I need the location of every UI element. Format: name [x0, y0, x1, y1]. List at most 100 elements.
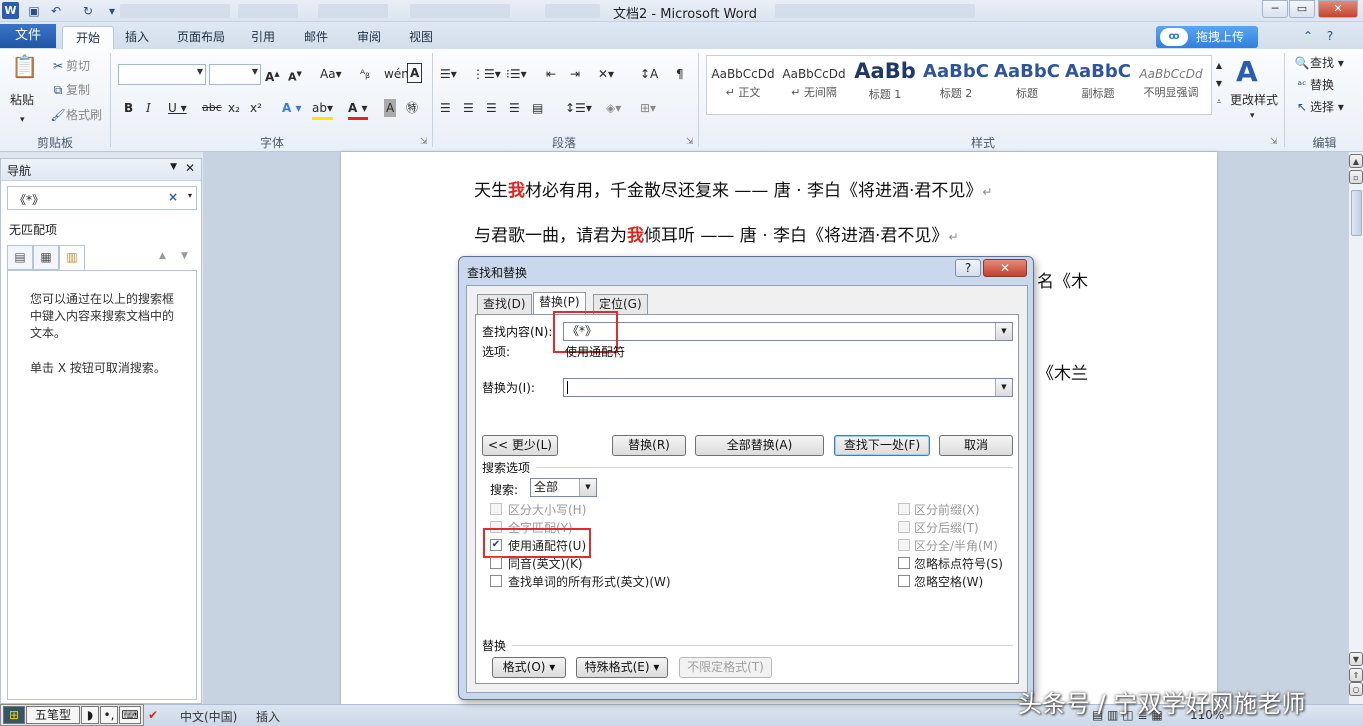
scroll-down-icon[interactable]: ▼: [1349, 652, 1363, 666]
character-border-icon[interactable]: A: [407, 63, 423, 83]
paste-icon[interactable]: 📋: [10, 55, 40, 85]
copy-button[interactable]: ⧉ 复制: [50, 81, 90, 99]
replace-all-button[interactable]: 全部替换(A): [695, 435, 824, 456]
checkbox[interactable]: [490, 557, 502, 569]
replace-with-input[interactable]: ▼: [563, 378, 1013, 397]
headings-view-icon[interactable]: ▤: [7, 245, 33, 270]
increase-indent-icon[interactable]: ⇥: [570, 65, 580, 83]
bullets-icon[interactable]: ☰▾: [440, 65, 457, 83]
line-spacing-icon[interactable]: ↕☰▾: [565, 99, 592, 117]
tab-find[interactable]: 查找(D): [477, 294, 532, 314]
styles-dialog-launcher-icon[interactable]: ⇲: [1270, 133, 1278, 151]
format-painter-button[interactable]: 🖌格式刷: [50, 106, 102, 124]
customize-qat-icon[interactable]: ▾: [104, 3, 120, 19]
less-button[interactable]: << 更少(L): [482, 435, 558, 456]
dialog-help-button[interactable]: ?: [955, 259, 981, 277]
style-subtitle[interactable]: AaBbC 副标题: [1063, 57, 1133, 109]
tab-home[interactable]: 开始: [62, 26, 115, 49]
highlight-icon[interactable]: ab▾: [312, 99, 333, 120]
ruler-toggle-icon[interactable]: ▫: [1349, 170, 1363, 184]
pages-view-icon[interactable]: ▦: [33, 245, 59, 270]
tab-file[interactable]: 文件: [0, 24, 56, 48]
subscript-icon[interactable]: x₂: [228, 99, 240, 117]
underline-icon[interactable]: U ▾: [168, 99, 187, 117]
previous-page-icon[interactable]: ⇑: [1349, 668, 1363, 682]
save-icon[interactable]: ▣: [26, 3, 42, 19]
style-normal[interactable]: AaBbCcDd ↵ 正文: [708, 57, 778, 109]
align-left-icon[interactable]: ☰: [440, 99, 451, 117]
checkbox[interactable]: [898, 557, 910, 569]
decrease-indent-icon[interactable]: ⇤: [546, 65, 556, 83]
style-heading-1[interactable]: AaBb 标题 1: [850, 57, 920, 109]
ime-logo-icon[interactable]: ⊞: [3, 706, 25, 724]
superscript-icon[interactable]: x²: [250, 99, 262, 117]
checkbox[interactable]: [898, 503, 910, 515]
multilevel-list-icon[interactable]: ⁝☰▾: [506, 65, 527, 83]
ime-mode[interactable]: 五笔型: [26, 706, 80, 724]
borders-icon[interactable]: ⊞▾: [640, 99, 656, 117]
vertical-scrollbar[interactable]: ▲ ▫ ▼ ⇑ ○: [1348, 152, 1363, 704]
tab-page-layout[interactable]: 页面布局: [164, 26, 238, 49]
italic-icon[interactable]: I: [146, 99, 151, 117]
redo-icon[interactable]: ↻: [80, 3, 96, 19]
help-icon[interactable]: ?: [1322, 28, 1338, 44]
minimize-button[interactable]: ─: [1262, 0, 1288, 18]
checkbox[interactable]: [490, 575, 502, 587]
style-title[interactable]: AaBbC 标题: [992, 57, 1062, 109]
maximize-button[interactable]: ▭: [1289, 0, 1315, 18]
strikethrough-icon[interactable]: abc: [202, 99, 222, 117]
spellcheck-icon[interactable]: ✔: [148, 708, 158, 722]
results-view-icon[interactable]: ▥: [59, 245, 85, 270]
font-dialog-launcher-icon[interactable]: ⇲: [420, 133, 428, 151]
undo-icon[interactable]: ↶: [48, 3, 64, 19]
shading-icon[interactable]: ◈▾: [606, 99, 621, 117]
nav-search-input[interactable]: 《*》 × ▾: [7, 186, 197, 210]
word-logo-icon[interactable]: W: [2, 2, 19, 19]
tab-mailings[interactable]: 邮件: [291, 26, 341, 49]
chinese-layout-icon[interactable]: ✕▾: [598, 65, 614, 83]
sort-icon[interactable]: ↕A: [640, 65, 658, 83]
paste-dropdown-icon[interactable]: ▾: [20, 111, 25, 129]
bold-icon[interactable]: B: [124, 99, 133, 117]
checkbox[interactable]: [898, 575, 910, 587]
clear-format-icon[interactable]: ᴬᵦ: [360, 65, 370, 83]
tab-view[interactable]: 视图: [396, 26, 446, 49]
ime-width-icon[interactable]: ◗: [81, 706, 99, 724]
special-button[interactable]: 特殊格式(E) ▾: [576, 657, 668, 678]
language-status[interactable]: 中文(中国): [180, 708, 237, 725]
format-button[interactable]: 格式(O) ▾: [492, 657, 566, 678]
numbering-icon[interactable]: ⋮☰▾: [472, 65, 501, 83]
shrink-font-icon[interactable]: A▼: [288, 65, 302, 87]
previous-result-icon[interactable]: ▲: [159, 251, 166, 261]
checkbox[interactable]: [898, 521, 910, 533]
nav-pane-menu-icon[interactable]: ▼: [170, 162, 177, 172]
style-no-spacing[interactable]: AaBbCcDd ↵ 无间隔: [779, 57, 849, 109]
ime-punct-icon[interactable]: •,: [100, 706, 118, 724]
justify-icon[interactable]: ☰: [509, 99, 520, 117]
phonetic-guide-icon[interactable]: wén: [384, 65, 409, 83]
document-line[interactable]: 天生我材必有用，千金散尽还复来 —— 唐 · 李白《将进酒·君不见》↵: [474, 176, 992, 201]
tab-references[interactable]: 引用: [238, 26, 288, 49]
next-result-icon[interactable]: ▼: [181, 251, 188, 261]
upload-button[interactable]: ꝏ 拖拽上传: [1156, 26, 1258, 48]
scroll-up-icon[interactable]: ▲: [1349, 154, 1363, 168]
checkbox[interactable]: [490, 503, 502, 515]
change-styles-icon[interactable]: A: [1236, 55, 1258, 88]
document-line-fragment[interactable]: 名《木: [1037, 267, 1088, 292]
align-center-icon[interactable]: ☰: [463, 99, 474, 117]
replace-button[interactable]: ᵃᶜ 替换: [1294, 76, 1334, 94]
cancel-button[interactable]: 取消: [939, 435, 1013, 456]
chevron-down-icon[interactable]: ▼: [995, 379, 1012, 396]
align-right-icon[interactable]: ☰: [486, 99, 497, 117]
character-shading-icon[interactable]: A: [384, 99, 397, 117]
text-effect-icon[interactable]: A ▾: [282, 99, 302, 117]
nav-pane-close-icon[interactable]: ✕: [185, 161, 195, 175]
paste-button[interactable]: 粘贴: [10, 91, 34, 109]
font-size-combo[interactable]: ▼: [209, 64, 261, 85]
find-button[interactable]: 🔍查找 ▾: [1294, 54, 1344, 72]
chevron-down-icon[interactable]: ▼: [995, 323, 1012, 340]
ribbon-minimize-icon[interactable]: ⌃: [1300, 28, 1316, 44]
styles-scroll-icon[interactable]: ▲ ▼ ⩡: [1213, 57, 1225, 111]
find-next-button[interactable]: 查找下一处(F): [834, 435, 930, 456]
insert-mode-status[interactable]: 插入: [256, 708, 280, 725]
